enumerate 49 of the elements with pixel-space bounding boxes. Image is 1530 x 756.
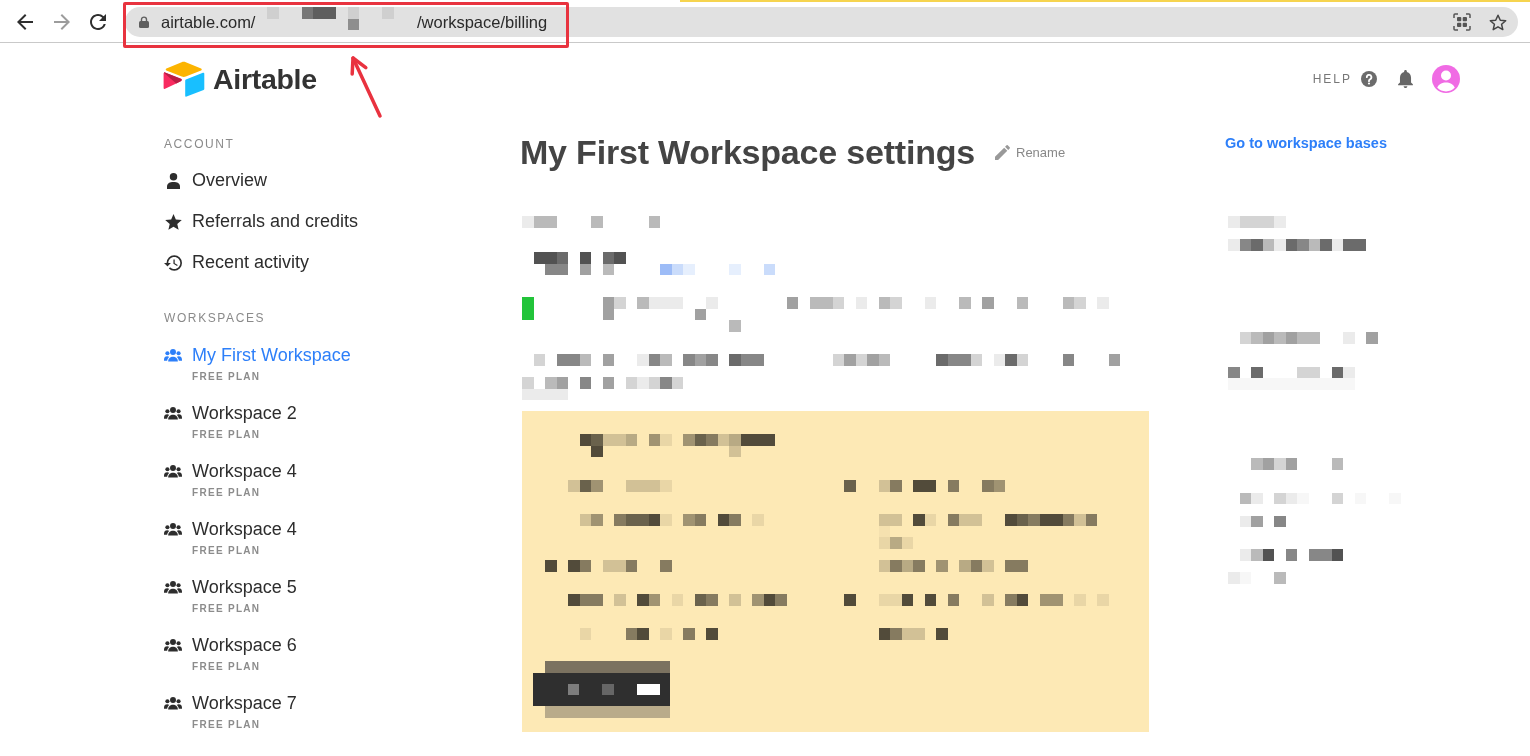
grid-icon[interactable] xyxy=(1453,13,1471,31)
group-icon xyxy=(164,464,182,478)
group-icon xyxy=(164,580,182,594)
workspace-link[interactable]: Workspace 6 xyxy=(164,633,297,657)
logo-wordmark: Airtable xyxy=(213,62,317,96)
pencil-icon xyxy=(995,144,1010,160)
help-icon[interactable] xyxy=(1361,71,1377,87)
avatar-icon[interactable] xyxy=(1432,65,1460,93)
pixelated-text xyxy=(878,628,948,640)
section-heading: ACCOUNT xyxy=(164,137,235,151)
plan-label: FREE PLAN xyxy=(192,660,261,674)
star-icon xyxy=(164,213,182,230)
address-bar[interactable]: airtable.com/ /workspace/billing xyxy=(125,7,1518,37)
workspace-link[interactable]: Workspace 4 xyxy=(164,459,297,483)
group-icon xyxy=(164,696,182,710)
sidebar-link[interactable]: Recent activity xyxy=(164,242,310,283)
plan-label: FREE PLAN xyxy=(192,718,261,732)
history-icon xyxy=(164,254,182,271)
workspace-link[interactable]: Workspace 4 xyxy=(164,517,297,541)
workspace-link[interactable]: Workspace 7 xyxy=(164,691,297,715)
right-arrow-icon xyxy=(53,14,70,30)
bell-icon[interactable] xyxy=(1398,70,1413,88)
logo-icon xyxy=(163,61,205,97)
person-icon xyxy=(166,172,180,189)
plan-label: FREE PLAN xyxy=(192,428,261,442)
annotation-arrow xyxy=(350,56,382,118)
workspace-link[interactable]: Workspace 2 xyxy=(164,401,297,425)
reload-icon xyxy=(90,14,106,30)
page-title: My First Workspace settings xyxy=(520,132,975,172)
plan-label: FREE PLAN xyxy=(192,370,261,384)
workspace-link[interactable]: Workspace 5 xyxy=(164,575,297,599)
plan-label: FREE PLAN xyxy=(192,544,261,558)
plan-label: FREE PLAN xyxy=(192,602,261,616)
group-icon xyxy=(164,522,182,536)
workspace-bases-link[interactable]: Go to workspace bases xyxy=(1225,133,1387,153)
section-heading: WORKSPACES xyxy=(164,311,266,325)
pixelated-button[interactable] xyxy=(533,661,670,718)
group-icon xyxy=(164,638,182,652)
group-icon xyxy=(164,406,182,420)
rename-button[interactable]: Rename xyxy=(995,144,1066,160)
left-arrow-icon xyxy=(17,14,33,30)
sidebar-link[interactable]: Overview xyxy=(164,160,267,201)
workspace-link[interactable]: My First Workspace xyxy=(164,343,351,367)
star-icon[interactable] xyxy=(1489,13,1507,31)
plan-label: FREE PLAN xyxy=(192,486,261,500)
group-icon xyxy=(164,348,182,362)
sidebar-link[interactable]: Referrals and credits xyxy=(164,201,359,242)
help-link[interactable]: HELP xyxy=(1312,72,1352,86)
lock-icon xyxy=(139,16,149,28)
